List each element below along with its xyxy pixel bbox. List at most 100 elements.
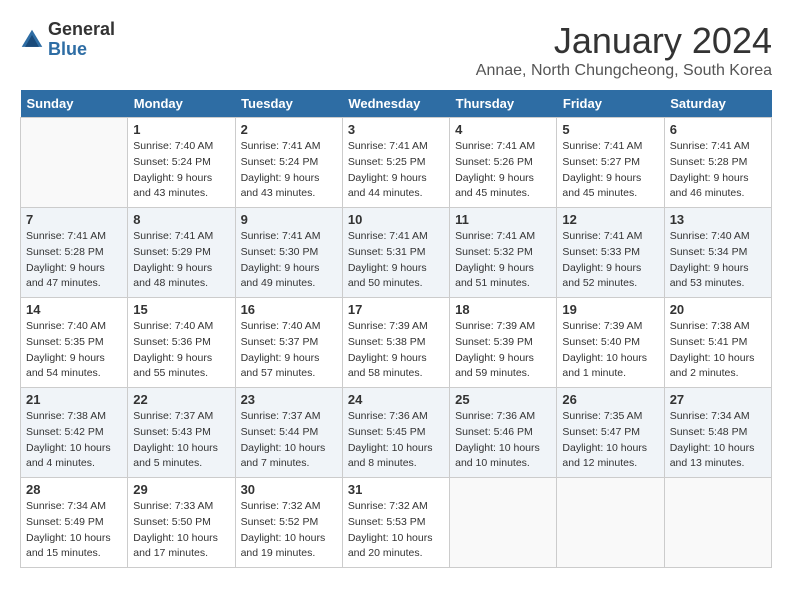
logo-blue-text: Blue — [48, 40, 115, 60]
day-info: Sunrise: 7:40 AM Sunset: 5:37 PM Dayligh… — [241, 319, 337, 382]
calendar-cell: 24 Sunrise: 7:36 AM Sunset: 5:45 PM Dayli… — [342, 388, 449, 478]
day-info: Sunrise: 7:41 AM Sunset: 5:24 PM Dayligh… — [241, 139, 337, 202]
calendar-cell: 25 Sunrise: 7:36 AM Sunset: 5:46 PM Dayli… — [450, 388, 557, 478]
calendar-cell: 22 Sunrise: 7:37 AM Sunset: 5:43 PM Dayli… — [128, 388, 235, 478]
day-number: 6 — [670, 122, 766, 137]
day-number: 5 — [562, 122, 658, 137]
calendar-cell: 31 Sunrise: 7:32 AM Sunset: 5:53 PM Dayli… — [342, 478, 449, 568]
day-number: 22 — [133, 392, 229, 407]
calendar-cell: 9 Sunrise: 7:41 AM Sunset: 5:30 PM Daylig… — [235, 208, 342, 298]
day-number: 21 — [26, 392, 122, 407]
day-number: 1 — [133, 122, 229, 137]
calendar-cell: 8 Sunrise: 7:41 AM Sunset: 5:29 PM Daylig… — [128, 208, 235, 298]
calendar-cell: 2 Sunrise: 7:41 AM Sunset: 5:24 PM Daylig… — [235, 118, 342, 208]
title-section: January 2024 Annae, North Chungcheong, S… — [476, 20, 772, 80]
day-number: 31 — [348, 482, 444, 497]
day-info: Sunrise: 7:40 AM Sunset: 5:34 PM Dayligh… — [670, 229, 766, 292]
day-info: Sunrise: 7:34 AM Sunset: 5:48 PM Dayligh… — [670, 409, 766, 472]
day-number: 23 — [241, 392, 337, 407]
day-number: 18 — [455, 302, 551, 317]
calendar-cell: 27Sunrise: 7:34 AM Sunset: 5:48 PM Dayli… — [664, 388, 771, 478]
day-info: Sunrise: 7:41 AM Sunset: 5:26 PM Dayligh… — [455, 139, 551, 202]
day-info: Sunrise: 7:32 AM Sunset: 5:52 PM Dayligh… — [241, 499, 337, 562]
calendar-cell: 7 Sunrise: 7:41 AM Sunset: 5:28 PM Daylig… — [21, 208, 128, 298]
calendar-cell: 16Sunrise: 7:40 AM Sunset: 5:37 PM Dayli… — [235, 298, 342, 388]
day-info: Sunrise: 7:41 AM Sunset: 5:31 PM Dayligh… — [348, 229, 444, 292]
day-number: 17 — [348, 302, 444, 317]
day-number: 12 — [562, 212, 658, 227]
calendar-header-row: SundayMondayTuesdayWednesdayThursdayFrid… — [21, 90, 772, 118]
day-number: 25 — [455, 392, 551, 407]
calendar-table: SundayMondayTuesdayWednesdayThursdayFrid… — [20, 90, 772, 568]
logo: General Blue — [20, 20, 115, 60]
day-number: 7 — [26, 212, 122, 227]
calendar-cell — [557, 478, 664, 568]
day-info: Sunrise: 7:41 AM Sunset: 5:32 PM Dayligh… — [455, 229, 551, 292]
day-number: 26 — [562, 392, 658, 407]
day-info: Sunrise: 7:36 AM Sunset: 5:46 PM Dayligh… — [455, 409, 551, 472]
day-info: Sunrise: 7:37 AM Sunset: 5:43 PM Dayligh… — [133, 409, 229, 472]
calendar-cell: 6 Sunrise: 7:41 AM Sunset: 5:28 PM Daylig… — [664, 118, 771, 208]
calendar-cell: 20Sunrise: 7:38 AM Sunset: 5:41 PM Dayli… — [664, 298, 771, 388]
calendar-week-row: 28 Sunrise: 7:34 AM Sunset: 5:49 PM Dayli… — [21, 478, 772, 568]
logo-general-text: General — [48, 20, 115, 40]
day-info: Sunrise: 7:38 AM Sunset: 5:42 PM Dayligh… — [26, 409, 122, 472]
calendar-cell: 13Sunrise: 7:40 AM Sunset: 5:34 PM Dayli… — [664, 208, 771, 298]
day-info: Sunrise: 7:41 AM Sunset: 5:33 PM Dayligh… — [562, 229, 658, 292]
day-info: Sunrise: 7:38 AM Sunset: 5:41 PM Dayligh… — [670, 319, 766, 382]
day-of-week-header: Friday — [557, 90, 664, 118]
day-info: Sunrise: 7:41 AM Sunset: 5:29 PM Dayligh… — [133, 229, 229, 292]
day-number: 28 — [26, 482, 122, 497]
calendar-cell: 4 Sunrise: 7:41 AM Sunset: 5:26 PM Daylig… — [450, 118, 557, 208]
day-number: 4 — [455, 122, 551, 137]
calendar-cell: 3 Sunrise: 7:41 AM Sunset: 5:25 PM Daylig… — [342, 118, 449, 208]
day-number: 29 — [133, 482, 229, 497]
day-info: Sunrise: 7:34 AM Sunset: 5:49 PM Dayligh… — [26, 499, 122, 562]
day-of-week-header: Monday — [128, 90, 235, 118]
calendar-cell: 26 Sunrise: 7:35 AM Sunset: 5:47 PM Dayli… — [557, 388, 664, 478]
day-info: Sunrise: 7:41 AM Sunset: 5:27 PM Dayligh… — [562, 139, 658, 202]
day-of-week-header: Saturday — [664, 90, 771, 118]
calendar-cell: 1 Sunrise: 7:40 AM Sunset: 5:24 PM Daylig… — [128, 118, 235, 208]
day-info: Sunrise: 7:39 AM Sunset: 5:40 PM Dayligh… — [562, 319, 658, 382]
calendar-cell: 5 Sunrise: 7:41 AM Sunset: 5:27 PM Daylig… — [557, 118, 664, 208]
calendar-cell: 30 Sunrise: 7:32 AM Sunset: 5:52 PM Dayli… — [235, 478, 342, 568]
day-of-week-header: Sunday — [21, 90, 128, 118]
calendar-cell — [450, 478, 557, 568]
day-number: 10 — [348, 212, 444, 227]
day-info: Sunrise: 7:41 AM Sunset: 5:30 PM Dayligh… — [241, 229, 337, 292]
calendar-body: 1 Sunrise: 7:40 AM Sunset: 5:24 PM Daylig… — [21, 118, 772, 568]
day-info: Sunrise: 7:36 AM Sunset: 5:45 PM Dayligh… — [348, 409, 444, 472]
calendar-week-row: 1 Sunrise: 7:40 AM Sunset: 5:24 PM Daylig… — [21, 118, 772, 208]
calendar-week-row: 7 Sunrise: 7:41 AM Sunset: 5:28 PM Daylig… — [21, 208, 772, 298]
day-info: Sunrise: 7:41 AM Sunset: 5:28 PM Dayligh… — [26, 229, 122, 292]
calendar-cell: 19 Sunrise: 7:39 AM Sunset: 5:40 PM Dayli… — [557, 298, 664, 388]
day-number: 24 — [348, 392, 444, 407]
day-number: 14 — [26, 302, 122, 317]
calendar-cell: 21 Sunrise: 7:38 AM Sunset: 5:42 PM Dayli… — [21, 388, 128, 478]
day-info: Sunrise: 7:41 AM Sunset: 5:25 PM Dayligh… — [348, 139, 444, 202]
day-number: 19 — [562, 302, 658, 317]
day-number: 30 — [241, 482, 337, 497]
logo-icon — [20, 28, 44, 52]
day-of-week-header: Wednesday — [342, 90, 449, 118]
day-number: 2 — [241, 122, 337, 137]
day-of-week-header: Thursday — [450, 90, 557, 118]
day-info: Sunrise: 7:35 AM Sunset: 5:47 PM Dayligh… — [562, 409, 658, 472]
calendar-week-row: 14Sunrise: 7:40 AM Sunset: 5:35 PM Dayli… — [21, 298, 772, 388]
day-info: Sunrise: 7:40 AM Sunset: 5:24 PM Dayligh… — [133, 139, 229, 202]
calendar-cell: 14Sunrise: 7:40 AM Sunset: 5:35 PM Dayli… — [21, 298, 128, 388]
day-info: Sunrise: 7:32 AM Sunset: 5:53 PM Dayligh… — [348, 499, 444, 562]
day-number: 9 — [241, 212, 337, 227]
location-subtitle: Annae, North Chungcheong, South Korea — [476, 62, 772, 80]
day-number: 15 — [133, 302, 229, 317]
calendar-cell: 18Sunrise: 7:39 AM Sunset: 5:39 PM Dayli… — [450, 298, 557, 388]
day-info: Sunrise: 7:41 AM Sunset: 5:28 PM Dayligh… — [670, 139, 766, 202]
day-number: 3 — [348, 122, 444, 137]
calendar-cell: 12 Sunrise: 7:41 AM Sunset: 5:33 PM Dayli… — [557, 208, 664, 298]
day-info: Sunrise: 7:33 AM Sunset: 5:50 PM Dayligh… — [133, 499, 229, 562]
day-number: 8 — [133, 212, 229, 227]
page-header: General Blue January 2024 Annae, North C… — [20, 20, 772, 80]
day-info: Sunrise: 7:37 AM Sunset: 5:44 PM Dayligh… — [241, 409, 337, 472]
day-info: Sunrise: 7:39 AM Sunset: 5:38 PM Dayligh… — [348, 319, 444, 382]
